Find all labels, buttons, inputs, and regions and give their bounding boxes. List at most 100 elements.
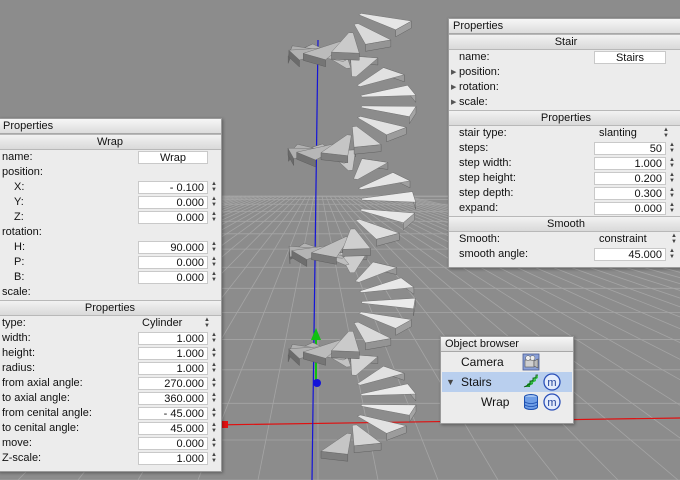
zscale-stepper[interactable]: ▲ ▼: [210, 452, 218, 465]
row-p: P: 0.000 ▲ ▼: [0, 255, 221, 270]
row-stair-type: stair type: slanting ▲ ▼: [449, 126, 680, 141]
modifier-m-icon[interactable]: m: [543, 393, 561, 411]
row-step-width: step width: 1.000 ▲ ▼: [449, 156, 680, 171]
width-stepper[interactable]: ▲ ▼: [210, 332, 218, 345]
stair-type-label: stair type:: [459, 127, 507, 139]
z-label: Z:: [14, 211, 24, 223]
step-depth-field[interactable]: 0.300: [594, 187, 666, 200]
expand-stepper[interactable]: ▲ ▼: [668, 202, 676, 215]
steps-field[interactable]: 50: [594, 142, 666, 155]
type-label: type:: [2, 317, 26, 329]
step-height-field[interactable]: 0.200: [594, 172, 666, 185]
step-depth-stepper[interactable]: ▲ ▼: [668, 187, 676, 200]
row-rotation: rotation:: [0, 225, 221, 240]
to-cenital-field[interactable]: 45.000: [138, 422, 208, 435]
row-type: type: Cylinder ▲ ▼: [0, 316, 221, 331]
row-rotation[interactable]: ▶ rotation:: [449, 80, 680, 95]
zscale-field[interactable]: 1.000: [138, 452, 208, 465]
radius-field[interactable]: 1.000: [138, 362, 208, 375]
p-stepper[interactable]: ▲ ▼: [210, 256, 218, 269]
to-axial-label: to axial angle:: [2, 392, 70, 404]
h-field[interactable]: 90.000: [138, 241, 208, 254]
object-label-stairs: Stairs: [461, 375, 492, 389]
disclosure-triangle-icon[interactable]: ▶: [451, 80, 456, 95]
smooth-dropdown-value: constraint: [599, 233, 647, 245]
dropdown-arrows-icon: ▲ ▼: [671, 233, 677, 245]
z-field[interactable]: 0.000: [138, 211, 208, 224]
name-field[interactable]: Wrap: [138, 151, 208, 164]
row-h: H: 90.000 ▲ ▼: [0, 240, 221, 255]
y-label: Y:: [14, 196, 24, 208]
object-label-wrap: Wrap: [481, 395, 510, 409]
row-smooth: Smooth: constraint ▲ ▼: [449, 232, 680, 247]
row-b: B: 0.000 ▲ ▼: [0, 270, 221, 285]
to-axial-stepper[interactable]: ▲ ▼: [210, 392, 218, 405]
x-field[interactable]: - 0.100: [138, 181, 208, 194]
stair-type-dropdown[interactable]: slanting ▲ ▼: [599, 127, 671, 140]
b-field[interactable]: 0.000: [138, 271, 208, 284]
width-field[interactable]: 1.000: [138, 332, 208, 345]
modifier-m-glyph: m: [547, 397, 556, 409]
dropdown-arrows-icon: ▲ ▼: [204, 317, 210, 329]
h-stepper[interactable]: ▲ ▼: [210, 241, 218, 254]
expand-triangle-icon[interactable]: ▼: [446, 372, 455, 392]
radius-stepper[interactable]: ▲ ▼: [210, 362, 218, 375]
object-item-camera[interactable]: Camera: [442, 352, 572, 372]
expand-field[interactable]: 0.000: [594, 202, 666, 215]
from-axial-field[interactable]: 270.000: [138, 377, 208, 390]
row-name: name: Wrap: [0, 150, 221, 165]
object-item-wrap[interactable]: Wrap m: [442, 392, 572, 412]
from-cenital-field[interactable]: - 45.000: [138, 407, 208, 420]
from-axial-label: from axial angle:: [2, 377, 83, 389]
y-stepper[interactable]: ▲ ▼: [210, 196, 218, 209]
row-step-depth: step depth: 0.300 ▲ ▼: [449, 186, 680, 201]
x-stepper[interactable]: ▲ ▼: [210, 181, 218, 194]
stair-step-riser: [342, 248, 371, 257]
width-label: width:: [2, 332, 31, 344]
move-label: move:: [2, 437, 32, 449]
steps-stepper[interactable]: ▲ ▼: [668, 142, 676, 155]
dropdown-arrows-icon: ▲ ▼: [663, 127, 669, 139]
move-field[interactable]: 0.000: [138, 437, 208, 450]
to-cenital-stepper[interactable]: ▲ ▼: [210, 422, 218, 435]
row-scale: scale:: [0, 285, 221, 300]
y-field[interactable]: 0.000: [138, 196, 208, 209]
expand-label: expand:: [459, 202, 499, 214]
p-field[interactable]: 0.000: [138, 256, 208, 269]
move-stepper[interactable]: ▲ ▼: [210, 437, 218, 450]
row-z: Z: 0.000 ▲ ▼: [0, 210, 221, 225]
row-x: X: - 0.100 ▲ ▼: [0, 180, 221, 195]
smooth-angle-stepper[interactable]: ▲ ▼: [668, 248, 676, 261]
object-label-camera: Camera: [461, 355, 504, 369]
z-stepper[interactable]: ▲ ▼: [210, 211, 218, 224]
row-scale[interactable]: ▶ scale:: [449, 95, 680, 110]
smooth-angle-field[interactable]: 45.000: [594, 248, 666, 261]
disclosure-triangle-icon[interactable]: ▶: [451, 95, 456, 110]
object-item-stairs[interactable]: ▼ Stairs m: [442, 372, 572, 392]
from-axial-stepper[interactable]: ▲ ▼: [210, 377, 218, 390]
stairs-object-icon: [523, 374, 538, 388]
to-axial-field[interactable]: 360.000: [138, 392, 208, 405]
height-field[interactable]: 1.000: [138, 347, 208, 360]
row-position: position:: [0, 165, 221, 180]
scale-label: scale:: [459, 96, 488, 108]
step-width-field[interactable]: 1.000: [594, 157, 666, 170]
to-cenital-label: to cenital angle:: [2, 422, 80, 434]
b-stepper[interactable]: ▲ ▼: [210, 271, 218, 284]
step-height-stepper[interactable]: ▲ ▼: [668, 172, 676, 185]
row-width: width: 1.000 ▲ ▼: [0, 331, 221, 346]
smooth-dropdown[interactable]: constraint ▲ ▼: [599, 233, 679, 246]
modifier-m-icon[interactable]: m: [543, 373, 561, 391]
type-dropdown-value: Cylinder: [142, 317, 183, 329]
height-stepper[interactable]: ▲ ▼: [210, 347, 218, 360]
disclosure-triangle-icon[interactable]: ▶: [451, 65, 456, 80]
step-width-label: step width:: [459, 157, 512, 169]
row-y: Y: 0.000 ▲ ▼: [0, 195, 221, 210]
from-cenital-stepper[interactable]: ▲ ▼: [210, 407, 218, 420]
stair-name-field[interactable]: Stairs: [594, 51, 666, 64]
type-dropdown[interactable]: Cylinder ▲ ▼: [142, 317, 212, 330]
row-position[interactable]: ▶ position:: [449, 65, 680, 80]
step-width-stepper[interactable]: ▲ ▼: [668, 157, 676, 170]
rotation-label: rotation:: [2, 226, 42, 238]
section-header-stair: Stair: [449, 34, 680, 50]
